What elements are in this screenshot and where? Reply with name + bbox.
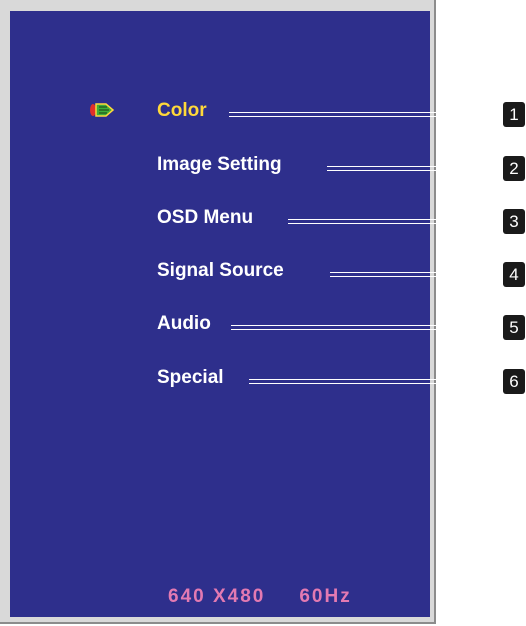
menu-item-color[interactable]: Color: [157, 98, 207, 124]
menu-item-label: Special: [157, 367, 224, 388]
callout-line-5: [231, 325, 503, 330]
callout-badge-5: 5: [503, 315, 525, 340]
callout-line-2: [327, 166, 503, 171]
menu-item-label: Signal Source: [157, 260, 284, 281]
menu-item-image-setting[interactable]: Image Setting: [157, 152, 282, 178]
menu-item-signal-source[interactable]: Signal Source: [157, 258, 284, 284]
selection-cursor-icon: [90, 103, 115, 117]
callout-line-6: [249, 379, 503, 384]
callout-badge-4: 4: [503, 262, 525, 287]
resolution-text: 640 X480: [168, 586, 266, 607]
menu-item-special[interactable]: Special: [157, 365, 224, 391]
callout-line-1: [229, 112, 503, 117]
callout-line-4: [330, 272, 503, 277]
refresh-rate-text: 60Hz: [299, 586, 352, 607]
menu-item-label: OSD Menu: [157, 207, 254, 228]
menu-item-label: Audio: [157, 313, 211, 334]
callout-badge-1: 1: [503, 102, 525, 127]
callout-badge-3: 3: [503, 209, 525, 234]
callout-line-3: [288, 219, 503, 224]
callout-badge-6: 6: [503, 369, 525, 394]
menu-item-label: Color: [157, 100, 207, 121]
signal-status-readout: 640 X480 60Hz: [168, 586, 352, 608]
menu-item-label: Image Setting: [157, 154, 282, 175]
menu-item-osd-menu[interactable]: OSD Menu: [157, 205, 253, 231]
menu-item-audio[interactable]: Audio: [157, 311, 211, 337]
osd-menu-panel: [10, 11, 430, 617]
callout-badge-2: 2: [503, 156, 525, 181]
